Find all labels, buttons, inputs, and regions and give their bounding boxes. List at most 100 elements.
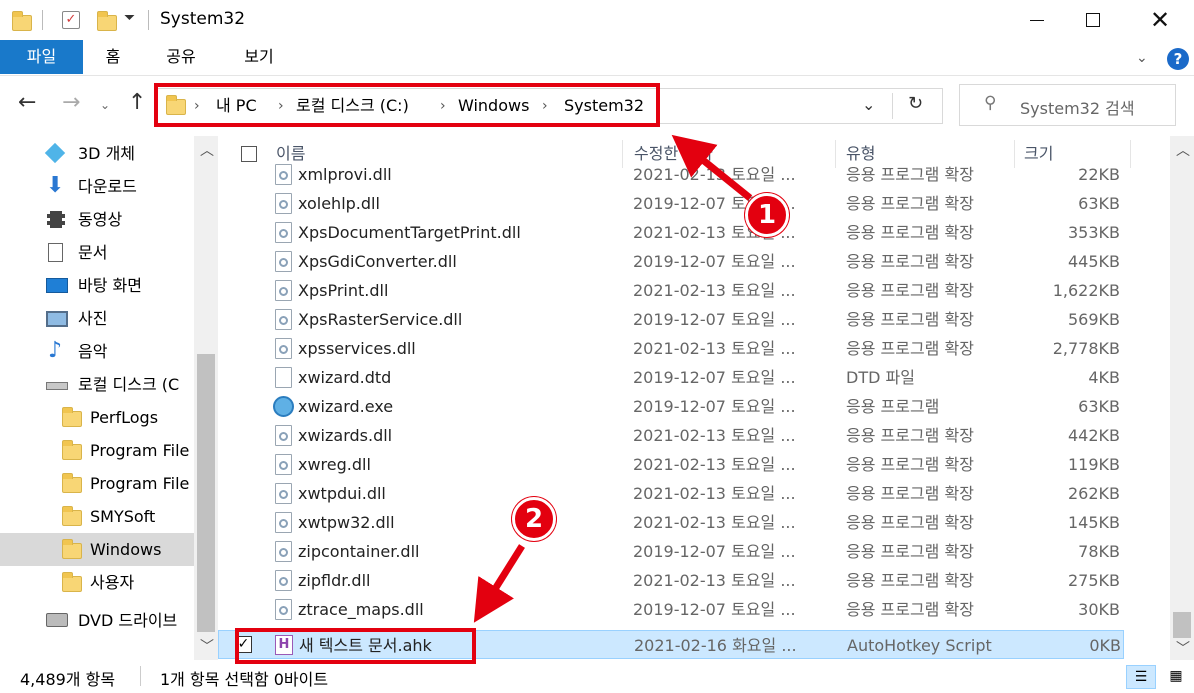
customize-toolbar-icon[interactable]: ⏷ bbox=[124, 10, 135, 26]
table-row[interactable]: xpsservices.dll 2021-02-13 토요일 ... 응용 프로… bbox=[218, 334, 1124, 363]
table-row[interactable]: xwtpw32.dll 2021-02-13 토요일 ... 응용 프로그램 확… bbox=[218, 508, 1124, 537]
properties-icon[interactable]: ✓ bbox=[62, 11, 80, 29]
help-icon[interactable]: ? bbox=[1167, 48, 1189, 70]
scrollbar-thumb[interactable] bbox=[1173, 612, 1191, 638]
table-row[interactable]: zipfldr.dll 2021-02-13 토요일 ... 응용 프로그램 확… bbox=[218, 566, 1124, 595]
desktop-icon bbox=[46, 278, 68, 293]
sidebar-item-videos[interactable]: 동영상 bbox=[44, 203, 194, 236]
file-size: 262KB bbox=[1067, 484, 1120, 503]
sidebar-scrollbar[interactable]: ︿ ﹀ bbox=[194, 136, 218, 660]
video-icon bbox=[47, 211, 65, 228]
sidebar-item-windows[interactable]: Windows bbox=[0, 533, 194, 566]
new-folder-icon[interactable] bbox=[97, 11, 117, 31]
dvd-icon bbox=[46, 613, 68, 627]
refresh-icon[interactable]: ↻ bbox=[908, 93, 923, 114]
large-icons-view-icon[interactable]: ▦ bbox=[1163, 665, 1189, 689]
file-size: 30KB bbox=[1078, 600, 1120, 619]
table-row[interactable]: XpsDocumentTargetPrint.dll 2021-02-13 토요… bbox=[218, 218, 1124, 247]
table-row[interactable]: ztrace_maps.dll 2019-12-07 토요일 ... 응용 프로… bbox=[218, 595, 1124, 624]
sidebar-item-desktop[interactable]: 바탕 화면 bbox=[44, 269, 194, 302]
up-arrow-icon[interactable]: ↑ bbox=[128, 90, 146, 115]
file-type: AutoHotkey Script bbox=[847, 636, 992, 655]
table-row[interactable]: xolehlp.dll 2019-12-07 토요일 ... 응용 프로그램 확… bbox=[218, 189, 1124, 218]
table-row[interactable]: xwreg.dll 2021-02-13 토요일 ... 응용 프로그램 확장 … bbox=[218, 450, 1124, 479]
dll-file-icon bbox=[275, 425, 292, 446]
minimize-icon bbox=[1030, 19, 1044, 21]
sidebar-item-pictures[interactable]: 사진 bbox=[44, 302, 194, 335]
tab-file[interactable]: 파일 bbox=[0, 40, 83, 74]
back-arrow-icon[interactable]: ← bbox=[18, 90, 36, 115]
recent-locations-icon[interactable]: ⌄ bbox=[100, 98, 110, 112]
sidebar-item-music[interactable]: ♪ 음악 bbox=[44, 335, 194, 368]
file-size: 4KB bbox=[1088, 368, 1120, 387]
file-name: xwizard.exe bbox=[298, 397, 394, 416]
file-size: 22KB bbox=[1078, 165, 1120, 184]
table-row[interactable]: xwizards.dll 2021-02-13 토요일 ... 응용 프로그램 … bbox=[218, 421, 1124, 450]
file-date: 2019-12-07 토요일 ... bbox=[633, 368, 796, 387]
content-scrollbar[interactable]: ︿ ﹀ bbox=[1170, 136, 1194, 660]
table-row[interactable]: zipcontainer.dll 2019-12-07 토요일 ... 응용 프… bbox=[218, 537, 1124, 566]
file-type: 응용 프로그램 확장 bbox=[846, 223, 974, 242]
close-button[interactable]: ✕ bbox=[1130, 0, 1190, 40]
sidebar-item-smysoft[interactable]: SMYSoft bbox=[56, 500, 194, 533]
file-name: XpsRasterService.dll bbox=[298, 310, 463, 329]
details-view-icon[interactable]: ☰ bbox=[1126, 665, 1156, 689]
select-all-checkbox[interactable] bbox=[241, 146, 257, 162]
table-row[interactable]: XpsGdiConverter.dll 2019-12-07 토요일 ... 응… bbox=[218, 247, 1124, 276]
file-name: xwizards.dll bbox=[298, 426, 393, 445]
sidebar-item-program-files[interactable]: Program File bbox=[56, 434, 194, 467]
file-name: XpsPrint.dll bbox=[298, 281, 389, 300]
sidebar-item-program-files-x86[interactable]: Program File bbox=[56, 467, 194, 500]
folder-icon bbox=[62, 572, 82, 592]
sidebar-item-local-disk[interactable]: 로컬 디스크 (C bbox=[44, 368, 194, 401]
table-row[interactable]: XpsPrint.dll 2021-02-13 토요일 ... 응용 프로그램 … bbox=[218, 276, 1124, 305]
file-size: 119KB bbox=[1067, 455, 1120, 474]
scroll-down-icon[interactable]: ﹀ bbox=[1176, 638, 1190, 658]
table-row[interactable]: XpsRasterService.dll 2019-12-07 토요일 ... … bbox=[218, 305, 1124, 334]
sidebar-item-users[interactable]: 사용자 bbox=[56, 566, 194, 599]
table-row[interactable]: xmlprovi.dll 2021-02-13 토요일 ... 응용 프로그램 … bbox=[218, 164, 1124, 189]
file-date: 2019-12-07 토요일 ... bbox=[633, 252, 796, 271]
search-input[interactable]: System32 검색 bbox=[1020, 95, 1135, 119]
sidebar-item-documents[interactable]: 문서 bbox=[44, 236, 194, 269]
dll-file-icon bbox=[275, 454, 292, 475]
file-date: 2021-02-13 토요일 ... bbox=[633, 426, 796, 445]
minimize-button[interactable] bbox=[1007, 0, 1067, 40]
file-name: XpsDocumentTargetPrint.dll bbox=[298, 223, 521, 242]
sidebar-item-downloads[interactable]: ⬇ 다운로드 bbox=[44, 170, 194, 203]
file-name: xmlprovi.dll bbox=[298, 165, 392, 184]
scrollbar-thumb[interactable] bbox=[197, 354, 215, 632]
search-box[interactable]: ⚲ System32 검색 bbox=[959, 84, 1176, 126]
file-type: 응용 프로그램 확장 bbox=[846, 281, 974, 300]
maximize-button[interactable] bbox=[1063, 0, 1123, 40]
sidebar-item-label: 문서 bbox=[78, 243, 108, 262]
tab-view[interactable]: 보기 bbox=[228, 40, 290, 74]
sidebar-item-label: 다운로드 bbox=[78, 177, 137, 196]
forward-arrow-icon[interactable]: → bbox=[62, 90, 80, 115]
folder-icon bbox=[62, 506, 82, 526]
navigation-pane: 3D 개체 ⬇ 다운로드 동영상 문서 바탕 화면 사진 ♪ 음악 로컬 디스크… bbox=[0, 136, 218, 660]
chevron-down-icon[interactable]: ⌄ bbox=[862, 95, 875, 114]
file-size: 63KB bbox=[1078, 397, 1120, 416]
tab-share[interactable]: 공유 bbox=[150, 40, 212, 74]
tab-home[interactable]: 홈 bbox=[88, 40, 138, 74]
table-row[interactable]: xwizard.dtd 2019-12-07 토요일 ... DTD 파일 4K… bbox=[218, 363, 1124, 392]
file-type: 응용 프로그램 확장 bbox=[846, 513, 974, 532]
file-size: 445KB bbox=[1067, 252, 1120, 271]
file-type: DTD 파일 bbox=[846, 368, 915, 387]
file-date: 2019-12-07 토요일 ... bbox=[633, 194, 796, 213]
scroll-down-icon[interactable]: ﹀ bbox=[200, 636, 214, 656]
file-name: xolehlp.dll bbox=[298, 194, 380, 213]
blank-file-icon bbox=[275, 367, 292, 388]
table-row[interactable]: xwizard.exe 2019-12-07 토요일 ... 응용 프로그램 6… bbox=[218, 392, 1124, 421]
sidebar-item-3d-objects[interactable]: 3D 개체 bbox=[44, 137, 194, 170]
file-date: 2021-02-13 토요일 ... bbox=[633, 165, 796, 184]
sidebar-item-dvd[interactable]: DVD 드라이브 bbox=[44, 604, 194, 637]
file-date: 2019-12-07 토요일 ... bbox=[633, 310, 796, 329]
chevron-down-icon[interactable]: ⌄ bbox=[1136, 50, 1148, 66]
scroll-up-icon[interactable]: ︿ bbox=[1176, 140, 1190, 160]
table-row[interactable]: xwtpdui.dll 2021-02-13 토요일 ... 응용 프로그램 확… bbox=[218, 479, 1124, 508]
sidebar-item-perflogs[interactable]: PerfLogs bbox=[56, 401, 194, 434]
file-type: 응용 프로그램 확장 bbox=[846, 339, 974, 358]
scroll-up-icon[interactable]: ︿ bbox=[200, 140, 214, 160]
